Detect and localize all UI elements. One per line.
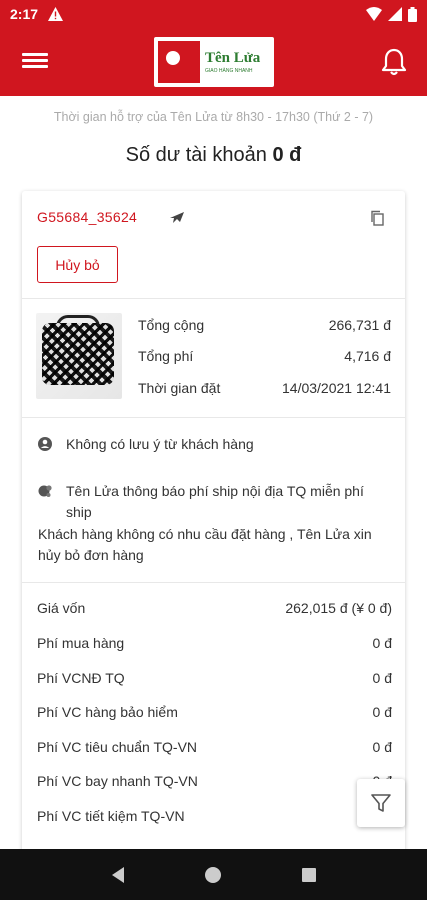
fee-row: Giá vốn 262,015 đ (¥ 0 đ) — [37, 600, 392, 616]
fee-value: 0 đ — [372, 704, 392, 720]
status-bar: 2:17 — [0, 0, 427, 28]
fee-row: Phí VC bay nhanh TQ-VN 0 đ — [37, 773, 392, 789]
recents-button[interactable] — [294, 860, 324, 890]
order-card: G55684_35624 Hủy bỏ Tổng cộng 266,731 đ … — [22, 191, 405, 871]
system-note-line1: Tên Lửa thông báo phí ship nội địa TQ mi… — [66, 483, 364, 520]
fee-row: Phí VC hàng bảo hiểm 0 đ — [37, 704, 392, 720]
fee-row: Phí VCNĐ TQ 0 đ — [37, 670, 392, 686]
wifi-icon — [366, 7, 382, 21]
fee-label: Phí mua hàng — [37, 635, 125, 651]
logo-brand: Tên Lửa — [205, 49, 261, 66]
menu-icon[interactable] — [22, 50, 48, 74]
divider — [22, 582, 405, 583]
summary-label: Thời gian đặt — [138, 380, 221, 396]
customer-note-text: Không có lưu ý từ khách hàng — [66, 436, 254, 452]
summary-row-order-time: Thời gian đặt 14/03/2021 12:41 — [138, 380, 391, 396]
home-icon — [205, 866, 222, 883]
cancel-order-button[interactable]: Hủy bỏ — [37, 246, 118, 283]
summary-row-fee: Tổng phí 4,716 đ — [138, 348, 391, 364]
rocket-logo-mark — [158, 41, 200, 83]
summary-value: 266,731 đ — [328, 317, 391, 333]
system-note: Tên Lửa thông báo phí ship nội địa TQ mi… — [38, 481, 393, 523]
back-icon — [111, 866, 124, 883]
customer-note: Không có lưu ý từ khách hàng — [38, 434, 393, 455]
fee-value: 0 đ — [372, 739, 392, 755]
logo-tagline: GIAO HÀNG NHANH — [205, 67, 253, 74]
fee-label: Phí VC tiết kiệm TQ-VN — [37, 808, 185, 824]
status-time: 2:17 — [10, 6, 39, 22]
system-note-line2: Khách hàng không có nhu cầu đặt hàng , T… — [38, 526, 372, 563]
filter-icon — [371, 794, 391, 812]
summary-value: 14/03/2021 12:41 — [282, 380, 391, 396]
app-bar: Tên Lửa GIAO HÀNG NHANH — [0, 28, 427, 96]
filter-button[interactable] — [357, 779, 405, 827]
home-button[interactable] — [198, 860, 228, 890]
battery-icon — [408, 6, 417, 22]
fee-label: Giá vốn — [37, 600, 86, 616]
notification-icon — [38, 485, 52, 497]
fee-value: 0 đ — [372, 635, 392, 651]
copy-icon[interactable] — [369, 210, 385, 226]
bell-icon[interactable] — [381, 48, 407, 76]
system-nav-bar — [0, 849, 427, 900]
warning-icon — [48, 7, 64, 21]
fee-label: Phí VC hàng bảo hiểm — [37, 704, 178, 720]
summary-row-total: Tổng cộng 266,731 đ — [138, 317, 391, 333]
product-thumbnail[interactable] — [36, 313, 122, 399]
balance-label: Số dư tài khoản — [125, 144, 267, 166]
fee-value: 262,015 đ (¥ 0 đ) — [285, 600, 392, 616]
order-code[interactable]: G55684_35624 — [37, 209, 137, 225]
fee-row: Phí mua hàng 0 đ — [37, 635, 392, 651]
divider — [22, 298, 405, 299]
back-button[interactable] — [103, 860, 133, 890]
fee-value: 0 đ — [372, 670, 392, 686]
account-balance: Số dư tài khoản 0 đ — [0, 144, 427, 167]
fee-label: Phí VC bay nhanh TQ-VN — [37, 773, 198, 789]
fee-label: Phí VCNĐ TQ — [37, 670, 125, 686]
balance-value: 0 đ — [272, 144, 302, 166]
summary-label: Tổng cộng — [138, 317, 205, 333]
fee-label: Phí VC tiêu chuẩn TQ-VN — [37, 739, 198, 755]
system-note-continued: Khách hàng không có nhu cầu đặt hàng , T… — [38, 524, 393, 566]
plane-icon — [170, 212, 184, 223]
fee-row: Phí VC tiết kiệm TQ-VN — [37, 808, 392, 824]
recents-icon — [302, 867, 317, 882]
app-logo: Tên Lửa GIAO HÀNG NHANH — [154, 37, 274, 87]
summary-value: 4,716 đ — [344, 348, 391, 364]
summary-label: Tổng phí — [138, 348, 194, 364]
signal-icon — [388, 7, 402, 21]
fee-row: Phí VC tiêu chuẩn TQ-VN 0 đ — [37, 739, 392, 755]
user-icon — [38, 437, 52, 451]
divider — [22, 417, 405, 418]
support-hours-text: Thời gian hỗ trợ của Tên Lửa từ 8h30 - 1… — [53, 110, 374, 124]
